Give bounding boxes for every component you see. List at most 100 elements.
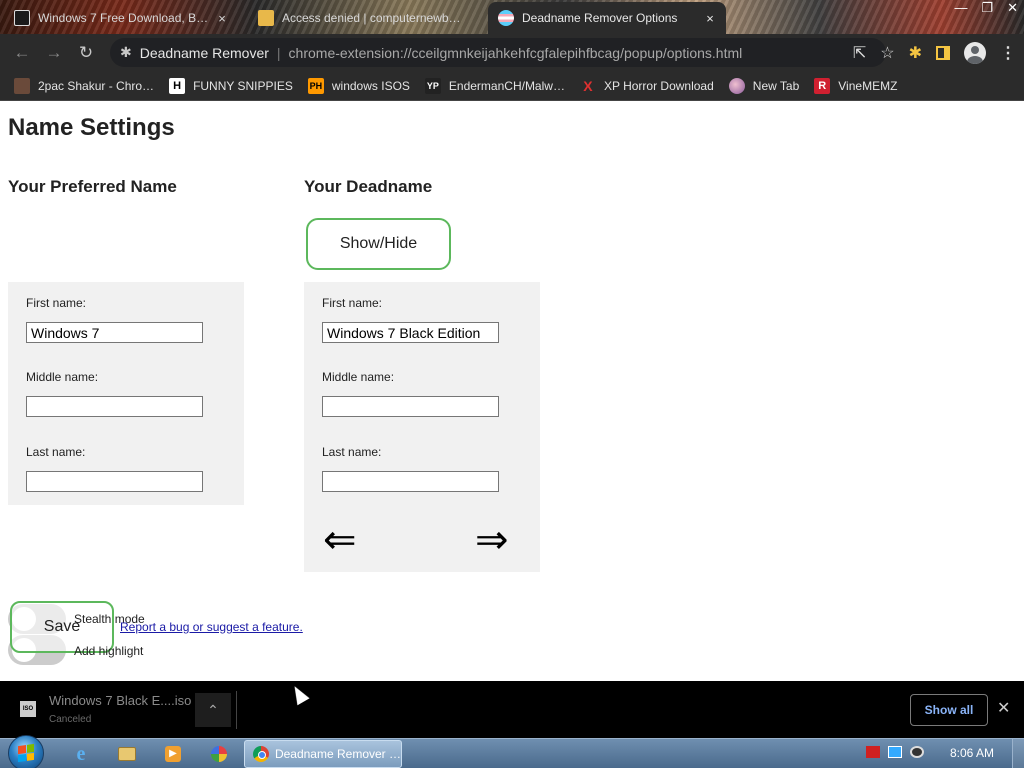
preferred-last-name-label: Last name: [26, 445, 86, 459]
minimize-icon[interactable]: — [954, 0, 967, 20]
tab-strip: Windows 7 Free Download, Bo… × Access de… [0, 0, 1024, 34]
bookmark-label: FUNNY SNIPPIES [193, 78, 293, 93]
taskbar-clock[interactable]: 8:06 AM [950, 746, 994, 760]
bookmark-label: 2pac Shakur - Chro… [38, 78, 155, 93]
download-shelf: ISO Windows 7 Black E....iso Canceled ⌃ … [0, 681, 1024, 738]
back-icon[interactable]: ← [6, 37, 38, 69]
preferred-last-name-input[interactable] [26, 471, 203, 492]
tab-deadname-remover-options[interactable]: Deadname Remover Options × [488, 2, 726, 34]
windows-taskbar: e ▶ Deadname Remover … 8:06 AM [0, 735, 1024, 768]
restore-icon[interactable]: ❐ [981, 0, 993, 20]
ph-logo-icon: PH [307, 77, 324, 94]
h-logo-icon: H [169, 77, 186, 94]
bookmark-windows-isos[interactable]: PH windows ISOS [307, 77, 410, 94]
windows-logo-icon [18, 743, 34, 763]
start-button[interactable] [8, 735, 44, 768]
toolbar-icons: ⇱ ☆ ✱ ⋮ [853, 34, 1016, 71]
close-shelf-icon[interactable]: ✕ [997, 698, 1010, 718]
deadname-last-name-input[interactable] [322, 471, 499, 492]
reload-icon[interactable]: ↻ [70, 37, 102, 69]
tab-access-denied[interactable]: Access denied | computernewb… [258, 2, 480, 34]
extensions-icon[interactable]: ✱ [909, 43, 922, 63]
preferred-first-name-input[interactable] [26, 322, 203, 343]
tab-title: Windows 7 Free Download, Bo… [38, 11, 214, 25]
download-status: Canceled [49, 714, 92, 725]
browser-toolbar: ← → ↻ ✱ Deadname Remover | chrome-extens… [0, 34, 1024, 71]
tray-flag-icon[interactable] [866, 746, 880, 758]
address-url[interactable]: chrome-extension://cceilgmnkeijahkehfcgf… [289, 45, 743, 61]
bookmark-funny-snippies[interactable]: H FUNNY SNIPPIES [169, 77, 293, 94]
deadname-heading: Your Deadname [304, 177, 433, 196]
previous-deadname-arrow-icon[interactable]: ⇐ [323, 520, 357, 560]
bookmark-label: New Tab [752, 78, 800, 93]
internet-explorer-icon[interactable]: e [70, 743, 92, 765]
bookmarks-bar: 2pac Shakur - Chro… H FUNNY SNIPPIES PH … [0, 71, 1024, 101]
file-explorer-icon[interactable] [116, 744, 138, 764]
tab-favicon-icon [258, 10, 274, 26]
deadname-middle-name-input[interactable] [322, 396, 499, 417]
r-logo-icon: R [814, 77, 831, 94]
yp-logo-icon: YP [424, 77, 441, 94]
tab-title: Deadname Remover Options [522, 11, 678, 25]
bookmark-label: VineMEMZ [838, 78, 898, 93]
bookmark-label: EndermanCH/Malw… [448, 78, 565, 93]
show-desktop-button[interactable] [1012, 739, 1024, 768]
bookmark-star-icon[interactable]: ☆ [880, 43, 894, 63]
globe-icon [728, 77, 745, 94]
taskbar-chrome-task[interactable]: Deadname Remover … [244, 740, 402, 768]
preferred-middle-name-input[interactable] [26, 396, 203, 417]
download-options-chevron-icon[interactable]: ⌃ [195, 693, 231, 727]
forward-icon[interactable]: → [38, 37, 70, 69]
bookmark-endermanch[interactable]: YP EndermanCH/Malw… [424, 77, 565, 94]
deadname-last-name-label: Last name: [322, 445, 382, 459]
show-all-downloads-button[interactable]: Show all [910, 694, 988, 726]
preferred-name-heading: Your Preferred Name [8, 177, 177, 196]
tab-windows7-download[interactable]: Windows 7 Free Download, Bo… × [14, 2, 244, 34]
page-title: Name Settings [8, 114, 175, 141]
paint-icon[interactable] [208, 744, 230, 764]
media-player-icon[interactable]: ▶ [162, 744, 184, 764]
tab-favicon-icon [14, 10, 30, 26]
taskbar-task-label: Deadname Remover … [274, 747, 401, 761]
menu-kebab-icon[interactable]: ⋮ [1000, 43, 1016, 63]
deadname-first-name-input[interactable] [322, 322, 499, 343]
show-hide-button[interactable]: Show/Hide [306, 218, 451, 270]
chrome-icon [253, 746, 269, 762]
report-bug-link[interactable]: Report a bug or suggest a feature. [120, 620, 303, 634]
tab-title: Access denied | computernewb… [282, 11, 461, 25]
iso-file-icon: ISO [20, 701, 36, 717]
deadname-first-name-label: First name: [322, 296, 383, 310]
address-bar[interactable]: ✱ Deadname Remover | chrome-extension://… [110, 38, 886, 67]
close-window-icon[interactable]: ✕ [1007, 0, 1018, 20]
preferred-name-panel: First name: Middle name: Last name: [8, 282, 244, 505]
preferred-middle-name-label: Middle name: [26, 370, 99, 384]
window-controls: — ❐ ✕ [954, 0, 1018, 20]
add-highlight-label: Add highlight [74, 644, 144, 658]
bookmark-2pac[interactable]: 2pac Shakur - Chro… [14, 77, 155, 94]
next-deadname-arrow-icon[interactable]: ⇒ [475, 520, 509, 560]
address-separator: | [276, 44, 281, 61]
extension-puzzle-icon: ✱ [120, 44, 132, 60]
trans-flag-favicon-icon [498, 10, 514, 26]
x-logo-icon: X [583, 77, 593, 94]
profile-avatar-icon[interactable] [964, 41, 986, 64]
bookmark-label: windows ISOS [331, 78, 410, 93]
download-file-name[interactable]: Windows 7 Black E....iso [49, 693, 191, 708]
deadname-middle-name-label: Middle name: [322, 370, 395, 384]
bookmark-vinememz[interactable]: R VineMEMZ [814, 77, 898, 94]
bookmark-label: XP Horror Download [603, 78, 714, 93]
tab-close-icon[interactable]: × [702, 11, 718, 26]
shelf-divider [236, 691, 237, 729]
tray-network-icon[interactable] [888, 746, 902, 758]
side-panel-icon[interactable] [936, 45, 950, 60]
options-page: Name Settings Your Preferred Name Your D… [0, 102, 1024, 681]
tab-close-icon[interactable]: × [214, 11, 230, 26]
system-tray [866, 746, 924, 758]
share-icon[interactable]: ⇱ [853, 43, 866, 63]
2pac-icon [14, 77, 30, 94]
address-extension-name: Deadname Remover [139, 44, 269, 61]
bookmark-new-tab[interactable]: New Tab [728, 77, 800, 94]
preferred-first-name-label: First name: [26, 296, 87, 310]
tray-volume-icon[interactable] [910, 746, 924, 758]
bookmark-xp-horror[interactable]: X XP Horror Download [580, 78, 714, 94]
